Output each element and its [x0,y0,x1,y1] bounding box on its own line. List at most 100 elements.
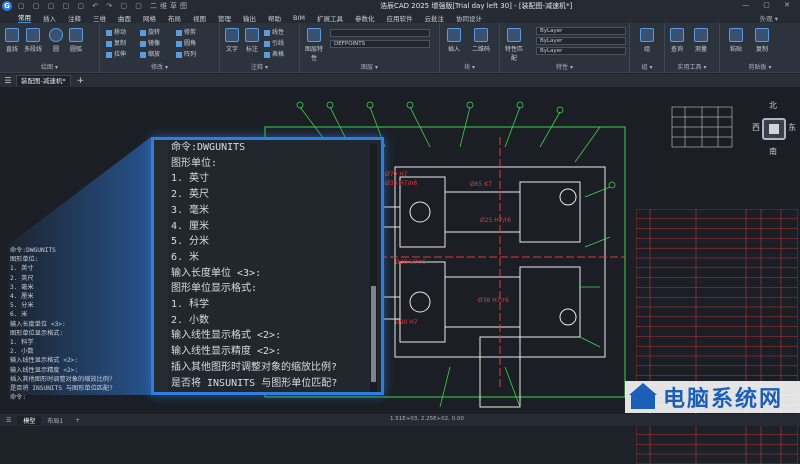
tool-match-properties[interactable]: 特性匹配 [504,28,524,62]
status-bar: ☰ 模型 布局1 + 1.51E+03, 2.25E+02, 0.00 [0,414,800,426]
menu-item-12[interactable]: 扩展工具 [317,13,343,23]
polyline-icon [26,28,40,42]
text-icon [225,28,239,42]
new-tab-icon[interactable]: + [77,76,85,86]
tool-scale[interactable]: 缩放 [140,49,160,58]
scrollbar-thumb[interactable] [371,286,376,382]
quick-access-toolbar[interactable]: ▢ ▢ ▢ ▢ ▢ ↶ ↷ ▢ ▢ 二维草图 [18,1,190,11]
group-label-modify: 修改 ▾ [151,64,168,71]
tool-stretch[interactable]: 拉伸 [106,49,126,58]
tool-copy-clip[interactable]: 复制 [754,28,770,53]
tool-trim[interactable]: 修剪 [176,27,196,36]
lineweight-dropdown[interactable]: ByLayer [536,47,626,55]
menu-item-6[interactable]: 布局 [168,13,181,23]
viewcube-face[interactable] [762,118,786,140]
tool-qrcode[interactable]: 二维码 [470,28,492,53]
command-line: 输入线性显示精度 <2>: [10,366,79,374]
tool-table[interactable]: 表格 [264,49,284,58]
document-tab-bar: ☰ 装配图-减速机* + [0,74,800,87]
tool-mirror[interactable]: 镜像 [140,38,160,47]
arc-icon [69,28,83,42]
menu-item-16[interactable]: 协同设计 [456,13,482,23]
color-dropdown[interactable]: ByLayer [536,27,626,35]
layer-state-dropdown[interactable] [330,29,430,37]
menu-item-14[interactable]: 应用软件 [386,13,412,23]
app-logo-icon[interactable]: G [0,0,14,12]
command-line: 图形单位: [171,157,218,169]
view-cube[interactable]: 北 西 东 南 [752,100,798,162]
group-label-block: 块 ▾ [464,64,475,71]
tool-paste[interactable]: 粘贴 [728,28,744,53]
menu-item-3[interactable]: 三维 [93,13,106,23]
command-gutter [154,140,168,392]
tool-query[interactable]: 查询 [669,28,685,53]
tool-polyline[interactable]: 多段线 [22,28,44,53]
tool-measure[interactable]: 测量 [693,28,709,53]
viewcube-east[interactable]: 东 [788,122,796,133]
tool-circle[interactable]: 圆 [48,28,64,53]
linetype-dropdown[interactable]: ByLayer [536,37,626,45]
tool-move[interactable]: 移动 [106,27,126,36]
tool-linear[interactable]: 线性 [264,27,284,36]
tool-copy[interactable]: 复制 [106,38,126,47]
tool-insert[interactable]: 插入 [446,28,462,53]
menu-item-0[interactable]: 常用 [18,12,31,23]
command-line: 是否将 INSUNITS 与图形单位匹配? [171,377,338,389]
ribbon-group-utilities: 查询 测量 实用工具 ▾ [665,23,720,73]
svg-text:Ø38 H7/r6: Ø38 H7/r6 [478,297,509,304]
menu-item-7[interactable]: 视图 [193,13,206,23]
group-label-utilities: 实用工具 ▾ [677,64,707,71]
menu-item-11[interactable]: BIM [293,14,305,22]
command-line: 4. 厘米 [171,220,210,232]
document-tab[interactable]: 装配图-减速机* [16,75,71,86]
menu-item-8[interactable]: 管理 [218,13,231,23]
menu-item-10[interactable]: 帮助 [268,13,281,23]
menu-item-4[interactable]: 曲面 [118,13,131,23]
tool-leader[interactable]: 引线 [264,38,284,47]
viewcube-west[interactable]: 西 [752,122,760,133]
viewcube-north[interactable]: 北 [769,100,777,111]
window-controls[interactable]: — ▢ ✕ [742,1,796,9]
title-bar: G ▢ ▢ ▢ ▢ ▢ ↶ ↷ ▢ ▢ 二维草图 浩辰CAD 2025 增强版[… [0,0,800,12]
command-line: 命令:DWGUNITS [171,142,246,153]
hamburger-icon[interactable]: ☰ [0,76,16,85]
svg-text:Ø70 H7: Ø70 H7 [385,171,408,178]
command-line: 2. 英尺 [10,274,34,282]
tool-text[interactable]: 文字 [224,28,240,53]
group-label-draw: 绘图 ▾ [41,64,58,71]
viewcube-south[interactable]: 南 [769,146,777,157]
menu-item-1[interactable]: 插入 [43,13,56,23]
coordinate-readout: 1.51E+03, 2.25E+02, 0.00 [390,416,464,422]
tab-model[interactable]: 模型 [17,415,42,425]
command-line: 图形单位显示格式: [171,283,258,295]
add-layout-icon[interactable]: + [69,417,86,424]
tool-dimension[interactable]: 标注 [244,28,260,53]
menu-item-2[interactable]: 注释 [68,13,81,23]
tool-group[interactable]: 组 [639,28,655,53]
tool-layer-properties[interactable]: 图层特性 [304,28,324,62]
command-line: 插入其他图形时调整对象的缩放比例? [171,361,338,373]
site-watermark: 电脑系统网 [625,381,800,413]
tool-line[interactable]: 直线 [4,28,20,53]
appearance-menu[interactable]: 外观 ▾ [760,13,778,23]
menu-item-5[interactable]: 网格 [143,13,156,23]
menu-item-13[interactable]: 参数化 [355,13,375,23]
brush-icon [507,28,521,42]
command-line: 输入线性显示格式 <2>: [10,357,79,365]
tool-fillet[interactable]: 圆角 [176,38,196,47]
tool-array[interactable]: 阵列 [176,49,196,58]
command-scrollbar[interactable] [370,144,377,392]
tool-arc[interactable]: 圆弧 [68,28,84,53]
command-line: 是否将 INSUNITS 与图形单位匹配? [10,385,113,393]
tab-layout1[interactable]: 布局1 [41,416,69,425]
group-icon [640,28,654,42]
tool-rotate[interactable]: 旋转 [140,27,160,36]
svg-text:Ø25 H7/r6: Ø25 H7/r6 [480,217,511,224]
menu-item-9[interactable]: 输出 [243,13,256,23]
command-output: 命令:DWGUNITS 图形单位: 1. 英寸 2. 英尺 3. 毫米 4. 厘米… [171,140,338,392]
command-window-zoom: 命令:DWGUNITS 图形单位: 1. 英寸 2. 英尺 3. 毫米 4. 厘米… [151,137,384,395]
layer-dropdown[interactable]: DEFPOINTS [330,40,430,48]
statusbar-menu-icon[interactable]: ☰ [0,417,17,424]
house-logo-icon [629,383,659,411]
menu-item-15[interactable]: 云批注 [424,13,444,23]
